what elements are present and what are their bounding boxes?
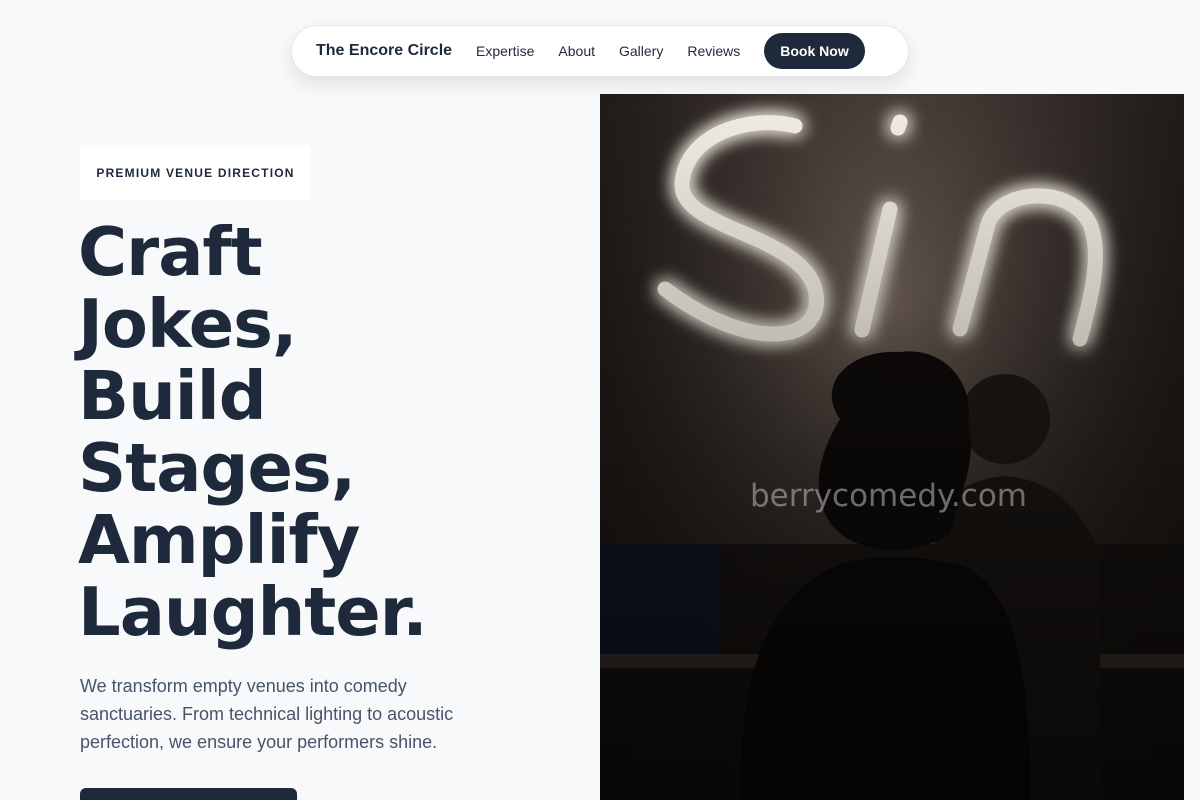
neon-sign-illustration — [600, 94, 1184, 800]
nav-link-gallery[interactable]: Gallery — [619, 43, 663, 59]
brand-logo[interactable]: The Encore Circle — [316, 42, 452, 60]
eyebrow-badge: PREMIUM VENUE DIRECTION — [80, 145, 311, 200]
headline-line-6: Laughter. — [78, 573, 428, 651]
watermark-text: berrycomedy.com — [750, 478, 1027, 514]
headline-line-1: Craft — [78, 213, 263, 291]
headline-line-4: Stages, — [78, 429, 356, 507]
hero-headline: Craft Jokes, Build Stages, Amplify Laugh… — [78, 216, 578, 648]
nav-link-reviews[interactable]: Reviews — [687, 43, 740, 59]
book-now-button[interactable]: Book Now — [764, 33, 865, 69]
headline-line-5: Amplify — [78, 501, 360, 579]
headline-line-2: Jokes, — [78, 285, 298, 363]
nav-link-about[interactable]: About — [558, 43, 595, 59]
headline-line-3: Build — [78, 357, 267, 435]
nav-link-expertise[interactable]: Expertise — [476, 43, 534, 59]
hero-photo — [600, 94, 1184, 800]
top-navigation: The Encore Circle Expertise About Galler… — [291, 25, 909, 77]
hero-lead-text: We transform empty venues into comedy sa… — [80, 676, 454, 752]
primary-cta-button[interactable] — [80, 788, 297, 800]
